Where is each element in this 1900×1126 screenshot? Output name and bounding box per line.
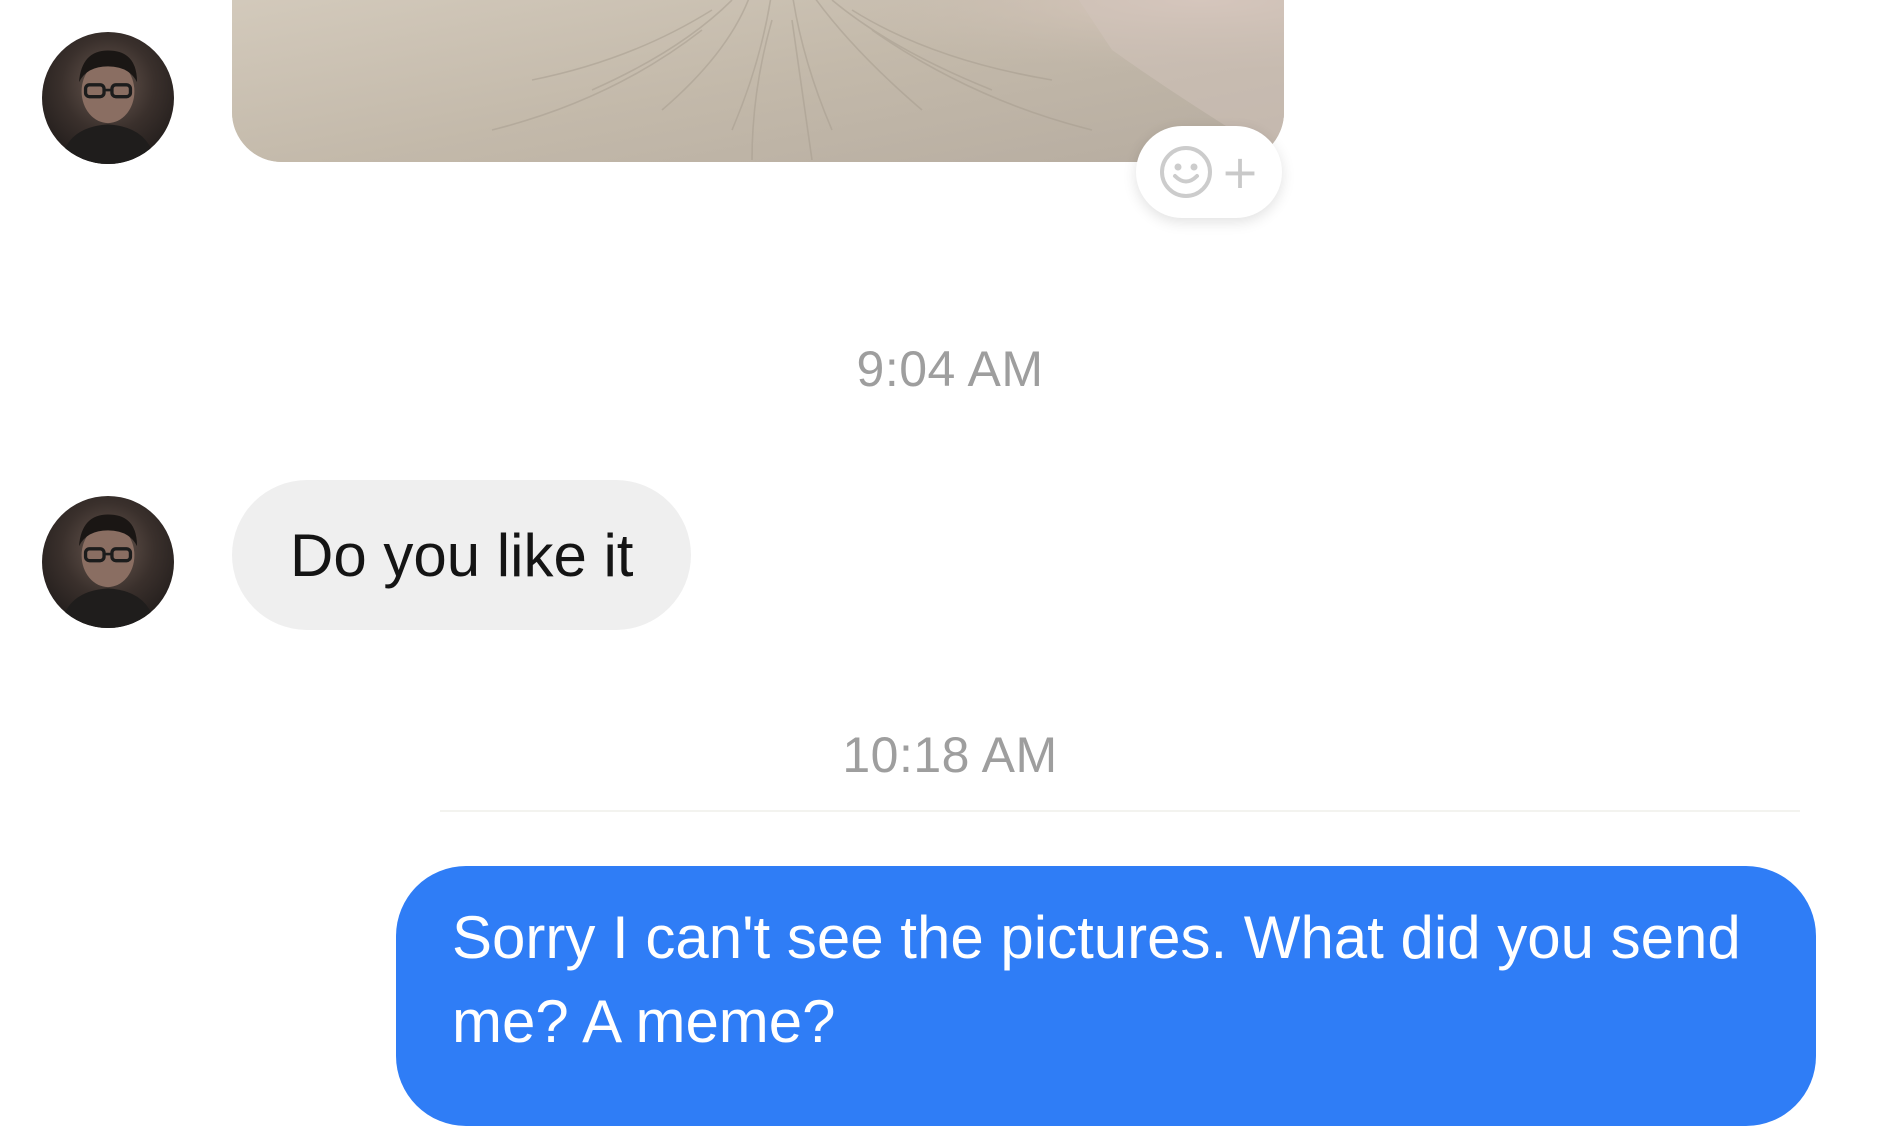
plus-icon: + xyxy=(1220,145,1260,199)
photo-message[interactable] xyxy=(232,0,1284,162)
person-avatar-icon xyxy=(60,514,156,628)
message-thread: + 9:04 AM Do you like it 10:18 AM Sorry … xyxy=(0,0,1900,1126)
sender-avatar[interactable] xyxy=(42,496,174,628)
incoming-message-bubble[interactable]: Do you like it xyxy=(232,480,692,630)
outgoing-message-bubble[interactable]: Sorry I can't see the pictures. What did… xyxy=(396,866,1816,1126)
add-reaction-button[interactable]: + xyxy=(1136,126,1282,218)
message-text: Do you like it xyxy=(290,521,634,589)
photo-image xyxy=(232,0,1284,162)
timestamp: 9:04 AM xyxy=(856,341,1044,397)
add-reaction-icon xyxy=(1159,146,1212,198)
sender-avatar[interactable] xyxy=(42,32,174,164)
message-text: Sorry I can't see the pictures. What did… xyxy=(452,904,1741,1055)
timestamp: 10:18 AM xyxy=(842,727,1058,783)
person-avatar-icon xyxy=(60,50,156,164)
divider xyxy=(440,810,1800,812)
